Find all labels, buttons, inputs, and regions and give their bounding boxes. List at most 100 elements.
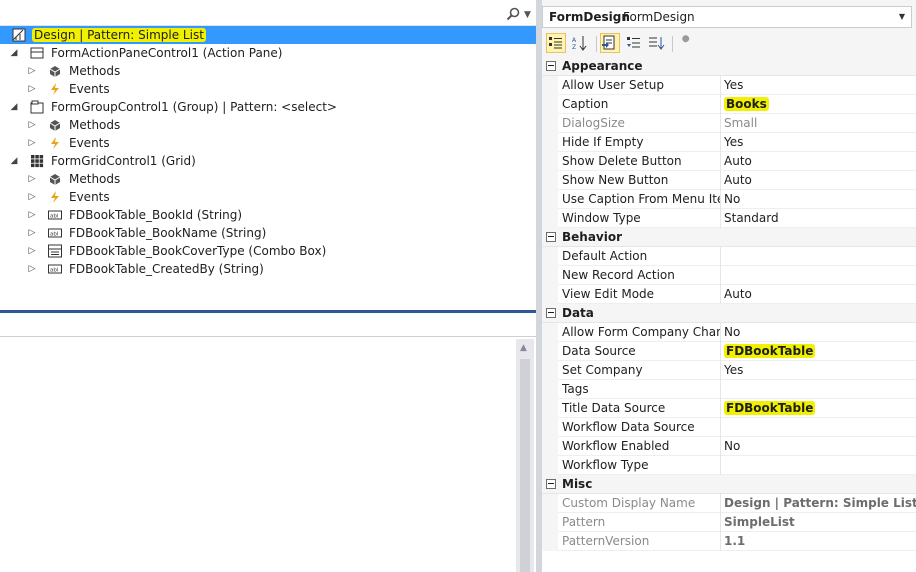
tree-node-methods[interactable]: ▷ Methods [0,170,536,188]
collapse-toggle-icon[interactable] [546,232,556,242]
expand-arrow-icon[interactable]: ▷ [26,134,38,152]
property-row[interactable]: Custom Display Name Design | Pattern: Si… [542,494,916,513]
expand-arrow-icon[interactable]: ▷ [26,116,38,134]
tree-node-methods[interactable]: ▷ Methods [0,62,536,80]
tree-node-field[interactable]: ▷ FDBookTable_BookCoverType (Combo Box) [0,242,536,260]
category-behavior[interactable]: Behavior [542,228,916,247]
tree-node-grid[interactable]: ◢ FormGridControl1 (Grid) [0,152,536,170]
tree-node-group[interactable]: ◢ FormGroupControl1 (Group) | Pattern: <… [0,98,536,116]
property-row[interactable]: Workflow Type [542,456,916,475]
property-row[interactable]: Show Delete Button Auto [542,152,916,171]
category-data[interactable]: Data [542,304,916,323]
property-value[interactable]: Books [724,97,769,111]
methods-icon [49,66,61,77]
tree-node-label: FormGroupControl1 (Group) | Pattern: <se… [51,100,337,114]
tree-node-label: Methods [69,118,121,132]
tree-node-label: FDBookTable_BookCoverType (Combo Box) [69,244,327,258]
tree-node-field[interactable]: ▷ abl FDBookTable_CreatedBy (String) [0,260,536,278]
property-value[interactable]: Auto [724,173,752,187]
property-row[interactable]: Default Action [542,247,916,266]
preview-pane: ▲ [0,313,536,572]
property-name: Window Type [562,211,641,225]
property-name: Tags [562,382,589,396]
expand-arrow-icon[interactable]: ▷ [26,224,38,242]
property-name: New Record Action [562,268,675,282]
property-row[interactable]: Allow Form Company Change No [542,323,916,342]
property-row[interactable]: Allow User Setup Yes [542,76,916,95]
categorized-icon [549,37,562,49]
property-pages-button[interactable] [676,33,696,53]
collapse-arrow-icon[interactable]: ◢ [8,44,20,62]
property-row[interactable]: Workflow Enabled No [542,437,916,456]
collapse-toggle-icon[interactable] [546,61,556,71]
collapse-toggle-icon[interactable] [546,479,556,489]
property-row[interactable]: Caption Books [542,95,916,114]
expand-arrow-icon[interactable]: ▷ [26,206,38,224]
property-value[interactable]: No [724,325,740,339]
expand-arrow-icon[interactable]: ▷ [26,170,38,188]
sort-button[interactable] [646,33,666,53]
property-row[interactable]: Hide If Empty Yes [542,133,916,152]
svg-text:abl: abl [50,268,59,274]
property-row[interactable]: Pattern SimpleList [542,513,916,532]
property-value[interactable]: FDBookTable [724,344,816,358]
property-row[interactable]: PatternVersion 1.1 [542,532,916,551]
category-appearance[interactable]: Appearance [542,57,916,76]
expand-arrow-icon[interactable]: ▷ [26,62,38,80]
property-row[interactable]: New Record Action [542,266,916,285]
tree-node-field[interactable]: ▷ abl FDBookTable_BookName (String) [0,224,536,242]
collapse-toggle-icon[interactable] [546,308,556,318]
expand-arrow-icon[interactable]: ▷ [26,188,38,206]
alphabetical-button[interactable]: A Z [570,33,590,53]
property-row[interactable]: Workflow Data Source [542,418,916,437]
object-selector[interactable]: FormDesign FormDesign ▼ [542,6,912,28]
property-row[interactable]: Use Caption From Menu Item No [542,190,916,209]
wrench-icon [681,35,690,48]
object-type: FormDesign [623,10,695,24]
search-icon[interactable] [506,7,520,21]
property-name: Custom Display Name [562,496,696,510]
property-name: Workflow Type [562,458,649,472]
tree-node-events[interactable]: ▷ Events [0,80,536,98]
property-row[interactable]: Window Type Standard [542,209,916,228]
property-row[interactable]: View Edit Mode Auto [542,285,916,304]
dropdown-arrow-icon[interactable]: ▼ [899,12,905,21]
tree-node-field[interactable]: ▷ abl FDBookTable_BookId (String) [0,206,536,224]
property-value[interactable]: Standard [724,211,779,225]
property-row[interactable]: Title Data Source FDBookTable [542,399,916,418]
property-row[interactable]: DialogSize Small [542,114,916,133]
tree-node-design-root[interactable]: Design | Pattern: Simple List [0,26,536,44]
property-row[interactable]: Data Source FDBookTable [542,342,916,361]
search-options-icon[interactable]: ▼ [524,10,531,20]
tree-node-methods[interactable]: ▷ Methods [0,116,536,134]
collapse-arrow-icon[interactable]: ◢ [8,152,20,170]
category-misc[interactable]: Misc [542,475,916,494]
property-value[interactable]: FDBookTable [724,401,816,415]
property-value[interactable]: Auto [724,287,752,301]
lightning-icon [51,191,59,203]
property-value[interactable]: Auto [724,154,752,168]
property-row[interactable]: Show New Button Auto [542,171,916,190]
expand-arrow-icon[interactable]: ▷ [26,80,38,98]
properties-view-button[interactable] [600,33,620,53]
expand-arrow-icon[interactable]: ▷ [26,242,38,260]
property-value[interactable]: Yes [724,135,743,149]
tree-node-events[interactable]: ▷ Events [0,188,536,206]
property-value[interactable]: Yes [724,78,743,92]
property-value[interactable]: No [724,439,740,453]
property-value[interactable]: Yes [724,363,743,377]
categorized-button[interactable] [546,33,566,53]
tree-node-events[interactable]: ▷ Events [0,134,536,152]
vertical-scrollbar[interactable]: ▲ [516,339,534,572]
scrollbar-thumb[interactable] [520,359,530,572]
collapse-all-button[interactable] [624,33,644,53]
collapse-arrow-icon[interactable]: ◢ [8,98,20,116]
property-name: Data Source [562,344,636,358]
expand-arrow-icon[interactable]: ▷ [26,260,38,278]
property-row[interactable]: Tags [542,380,916,399]
property-value[interactable]: No [724,192,740,206]
scroll-up-icon[interactable]: ▲ [520,343,527,353]
property-row[interactable]: Set Company Yes [542,361,916,380]
lightning-icon [51,83,59,95]
tree-node-action-pane[interactable]: ◢ FormActionPaneControl1 (Action Pane) [0,44,536,62]
